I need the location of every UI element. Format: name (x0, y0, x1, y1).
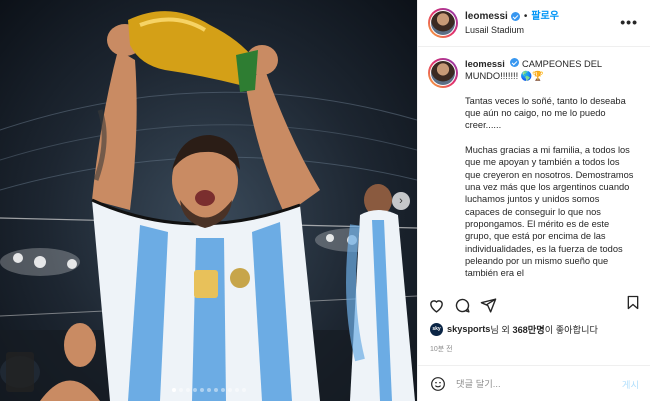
post-header: leomessi • 팔로우 Lusail Stadium ••• (418, 0, 650, 47)
carousel-dot (234, 388, 239, 392)
post-photo[interactable]: › (0, 0, 417, 401)
caption-paragraph: Muchas gracias a mi familia, a todos los… (465, 144, 634, 279)
caption-username[interactable]: leomessi (465, 59, 505, 69)
likes-suffix: 이 좋아합니다 (544, 325, 598, 335)
verified-icon (510, 58, 520, 67)
comment-icon[interactable] (454, 297, 471, 314)
post-caption: leomessi CAMPEONES DEL MUNDO!!!!!!! 🌎🏆 T… (418, 48, 650, 290)
comment-bar: 게시 (418, 365, 650, 401)
post-timestamp[interactable]: 10분 전 (430, 344, 453, 354)
carousel-dot (206, 388, 211, 392)
carousel-dot (227, 388, 232, 392)
follow-button[interactable]: 팔로우 (531, 11, 559, 23)
likes-count[interactable]: 368만명 (512, 322, 544, 336)
action-bar (418, 290, 650, 320)
photo-scene (0, 11, 417, 401)
liker-username[interactable]: skysports (447, 324, 490, 334)
carousel-dot (199, 388, 204, 392)
carousel-dot (220, 388, 225, 392)
carousel-next-button[interactable]: › (392, 192, 410, 210)
emoji-icon[interactable] (430, 376, 446, 392)
carousel-dot (171, 388, 176, 392)
author-avatar[interactable] (428, 8, 458, 38)
carousel-dot (178, 388, 183, 392)
likes-summary[interactable]: sky skysports 님 외 368만명 이 좋아합니다 (430, 322, 598, 336)
carousel-dots (0, 388, 417, 392)
carousel-dot (192, 388, 197, 392)
instagram-post: › leomessi • 팔로우 Lusail Stadium ••• leom… (0, 0, 650, 401)
verified-icon (510, 12, 520, 22)
more-icon[interactable]: ••• (620, 14, 638, 30)
post-comment-button[interactable]: 게시 (622, 377, 639, 391)
post-location[interactable]: Lusail Stadium (465, 25, 559, 36)
carousel-dot (185, 388, 190, 392)
caption-avatar[interactable] (428, 58, 458, 88)
carousel-dot (213, 388, 218, 392)
liker-avatar[interactable]: sky (430, 322, 443, 336)
caption-paragraph: Tantas veces lo soñé, tanto lo deseaba q… (465, 95, 626, 131)
post-side-panel: leomessi • 팔로우 Lusail Stadium ••• leomes… (417, 0, 650, 401)
comment-input[interactable] (456, 378, 606, 389)
header-separator: • (523, 10, 528, 22)
share-icon[interactable] (480, 297, 497, 314)
heart-icon[interactable] (428, 297, 445, 314)
carousel-dot (241, 388, 246, 392)
author-username[interactable]: leomessi (465, 11, 508, 23)
likes-middle-text: 님 외 (490, 325, 510, 335)
bookmark-icon[interactable] (625, 294, 641, 311)
